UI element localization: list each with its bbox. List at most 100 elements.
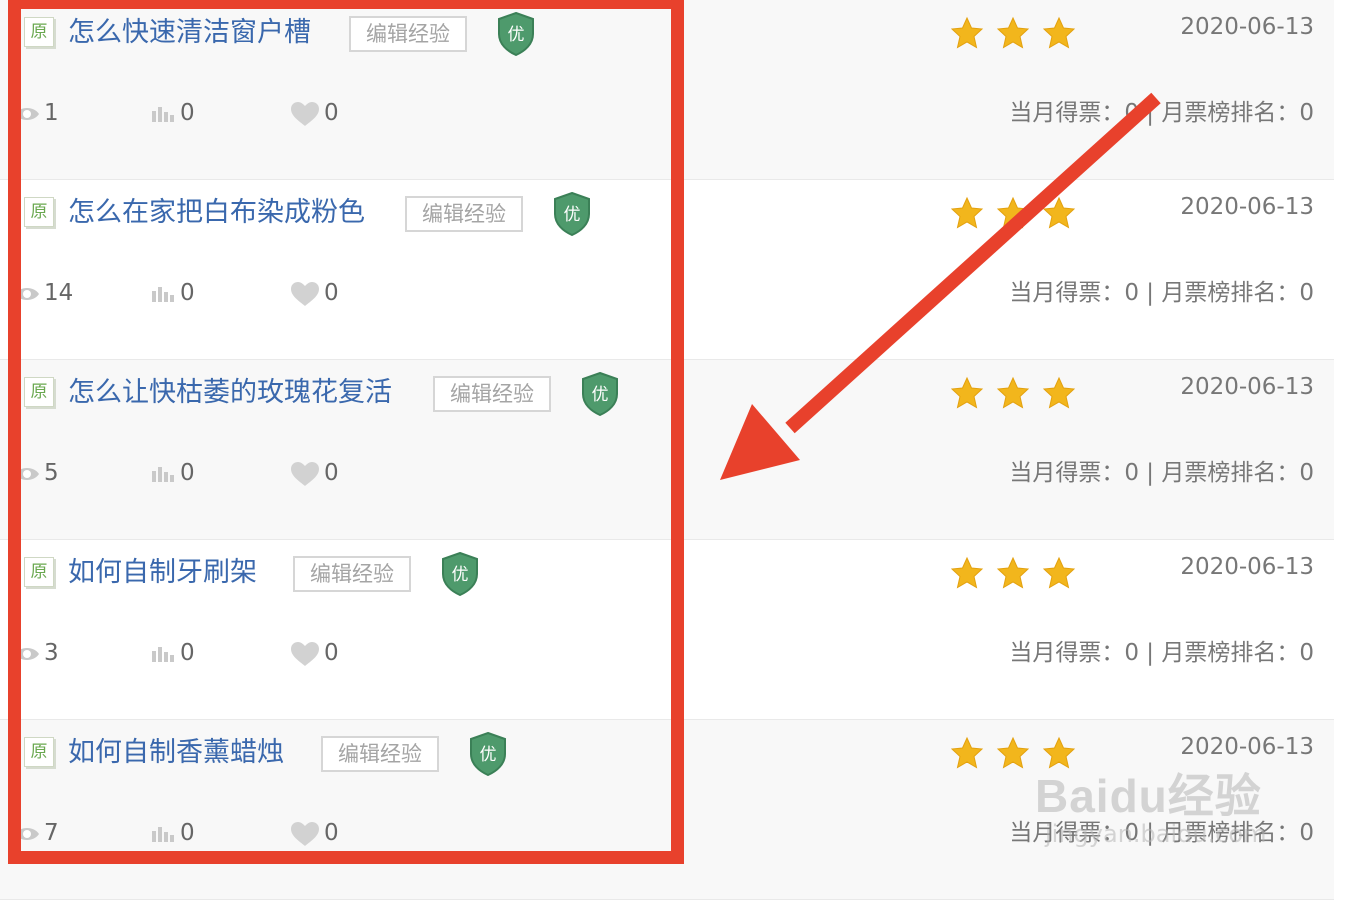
star-icon (950, 16, 984, 49)
experience-list: 原 怎么快速清洁窗户槽 编辑经验 优 2020-06-13 1 0 0 当月得票… (0, 0, 1334, 900)
publish-date: 2020-06-13 (1180, 14, 1314, 40)
likes-count: 0 (324, 280, 339, 306)
separator: | (1138, 100, 1162, 126)
views-stat: 5 (14, 456, 59, 490)
star-icon (950, 736, 984, 769)
quality-badge-label: 优 (480, 745, 497, 765)
shield-badge-icon: 优 (497, 11, 535, 57)
votes-count: 0 (180, 100, 195, 126)
star-icon (950, 556, 984, 589)
eye-icon (15, 467, 39, 480)
votes-stat: 0 (150, 276, 195, 310)
shield-badge-icon: 优 (581, 371, 619, 417)
likes-count: 0 (324, 820, 339, 846)
rank-value: 0 (1299, 820, 1314, 846)
rank-value: 0 (1299, 280, 1314, 306)
star-icon (1042, 736, 1076, 769)
eye-icon (15, 107, 39, 120)
views-count: 5 (44, 460, 59, 486)
views-count: 14 (44, 280, 74, 306)
quality-badge-label: 优 (564, 205, 581, 225)
monthly-vote-info: 当月得票：0 | 月票榜排名：0 (1009, 456, 1314, 490)
heart-icon[interactable] (290, 821, 320, 847)
rank-value: 0 (1299, 100, 1314, 126)
star-icon (996, 16, 1030, 49)
list-item: 原 如何自制香薰蜡烛 编辑经验 优 2020-06-13 7 0 0 当月得票：… (0, 720, 1334, 900)
monthly-vote-info: 当月得票：0 | 月票榜排名：0 (1009, 816, 1314, 850)
likes-stat: 0 (290, 456, 339, 490)
monthly-votes-value: 0 (1124, 460, 1139, 486)
monthly-votes-value: 0 (1124, 100, 1139, 126)
votes-count: 0 (180, 460, 195, 486)
star-icon (950, 376, 984, 409)
star-icon (1042, 556, 1076, 589)
edit-experience-button[interactable]: 编辑经验 (405, 196, 523, 232)
list-item: 原 怎么让快枯萎的玫瑰花复活 编辑经验 优 2020-06-13 5 0 0 当… (0, 360, 1334, 540)
heart-icon[interactable] (290, 281, 320, 307)
original-badge: 原 (24, 17, 54, 47)
monthly-votes-label: 当月得票： (1009, 820, 1125, 846)
likes-count: 0 (324, 640, 339, 666)
rank-label: 月票榜排名： (1161, 100, 1300, 126)
monthly-vote-info: 当月得票：0 | 月票榜排名：0 (1009, 276, 1314, 310)
views-stat: 7 (14, 816, 59, 850)
star-icon (950, 196, 984, 229)
shield-badge-icon: 优 (441, 551, 479, 597)
views-stat: 14 (14, 276, 73, 310)
list-item: 原 怎么快速清洁窗户槽 编辑经验 优 2020-06-13 1 0 0 当月得票… (0, 0, 1334, 180)
edit-experience-button[interactable]: 编辑经验 (433, 376, 551, 412)
views-count: 1 (44, 100, 59, 126)
star-icon (1042, 196, 1076, 229)
article-title-link[interactable]: 怎么在家把白布染成粉色 (68, 194, 365, 232)
edit-experience-button[interactable]: 编辑经验 (349, 16, 467, 52)
monthly-votes-label: 当月得票： (1009, 280, 1125, 306)
edit-experience-button[interactable]: 编辑经验 (321, 736, 439, 772)
likes-stat: 0 (290, 96, 339, 130)
heart-icon[interactable] (290, 641, 320, 667)
article-title-link[interactable]: 怎么快速清洁窗户槽 (68, 14, 311, 52)
rating-stars (950, 16, 1088, 52)
likes-stat: 0 (290, 276, 339, 310)
shield-badge-icon: 优 (553, 191, 591, 237)
star-icon (996, 556, 1030, 589)
quality-badge-label: 优 (508, 25, 525, 45)
rating-stars (950, 556, 1088, 592)
bar-chart-icon (152, 646, 174, 662)
monthly-votes-label: 当月得票： (1009, 640, 1125, 666)
eye-icon (15, 287, 39, 300)
shield-badge-icon: 优 (469, 731, 507, 777)
separator: | (1138, 280, 1162, 306)
views-stat: 1 (14, 96, 59, 130)
likes-stat: 0 (290, 816, 339, 850)
monthly-votes-label: 当月得票： (1009, 100, 1125, 126)
edit-experience-button[interactable]: 编辑经验 (293, 556, 411, 592)
star-icon (996, 196, 1030, 229)
original-badge: 原 (24, 197, 54, 227)
separator: | (1138, 820, 1162, 846)
monthly-votes-label: 当月得票： (1009, 460, 1125, 486)
publish-date: 2020-06-13 (1180, 374, 1314, 400)
quality-badge-label: 优 (452, 565, 469, 585)
article-title-link[interactable]: 怎么让快枯萎的玫瑰花复活 (68, 374, 392, 412)
article-title-link[interactable]: 如何自制香薰蜡烛 (68, 734, 284, 772)
quality-badge-label: 优 (592, 385, 609, 405)
votes-stat: 0 (150, 456, 195, 490)
monthly-votes-value: 0 (1124, 820, 1139, 846)
publish-date: 2020-06-13 (1180, 734, 1314, 760)
bar-chart-icon (152, 826, 174, 842)
votes-count: 0 (180, 280, 195, 306)
rank-value: 0 (1299, 640, 1314, 666)
article-title-link[interactable]: 如何自制牙刷架 (68, 554, 257, 592)
eye-icon (15, 647, 39, 660)
eye-icon (15, 827, 39, 840)
separator: | (1138, 460, 1162, 486)
original-badge: 原 (24, 737, 54, 767)
heart-icon[interactable] (290, 461, 320, 487)
monthly-vote-info: 当月得票：0 | 月票榜排名：0 (1009, 636, 1314, 670)
votes-count: 0 (180, 640, 195, 666)
separator: | (1138, 640, 1162, 666)
bar-chart-icon (152, 466, 174, 482)
bar-chart-icon (152, 106, 174, 122)
heart-icon[interactable] (290, 101, 320, 127)
star-icon (1042, 376, 1076, 409)
